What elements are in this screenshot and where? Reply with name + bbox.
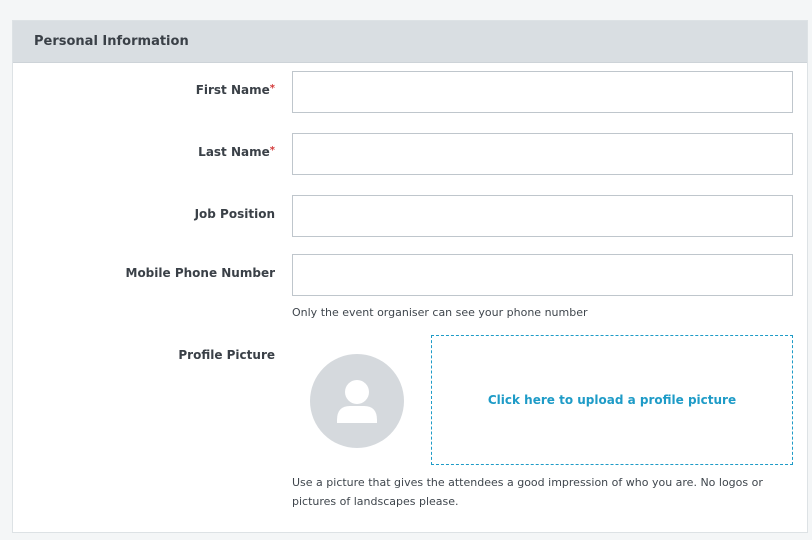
avatar-placeholder (310, 354, 404, 448)
phone-help-text: Only the event organiser can see your ph… (292, 306, 588, 319)
first-name-label: First Name* (195, 83, 275, 97)
first-name-field[interactable] (292, 71, 793, 113)
profile-picture-help-text: Use a picture that gives the attendees a… (292, 476, 763, 508)
section-header: Personal Information (13, 21, 807, 63)
job-position-label: Job Position (194, 207, 275, 221)
mobile-phone-label: Mobile Phone Number (125, 266, 276, 280)
required-marker: * (269, 83, 275, 94)
profile-picture-label: Profile Picture (178, 348, 275, 362)
person-silhouette-icon (337, 380, 377, 423)
last-name-label: Last Name* (198, 145, 275, 159)
upload-profile-picture-text[interactable]: Click here to upload a profile picture (488, 393, 736, 407)
last-name-field[interactable] (292, 133, 793, 175)
personal-information-card: Personal Information First Name* Last Na… (12, 20, 808, 533)
job-position-field[interactable] (292, 195, 793, 237)
section-title: Personal Information (34, 34, 189, 49)
required-marker: * (269, 145, 275, 156)
upload-profile-picture-area[interactable]: Click here to upload a profile picture (431, 335, 793, 465)
mobile-phone-field[interactable] (292, 254, 793, 296)
